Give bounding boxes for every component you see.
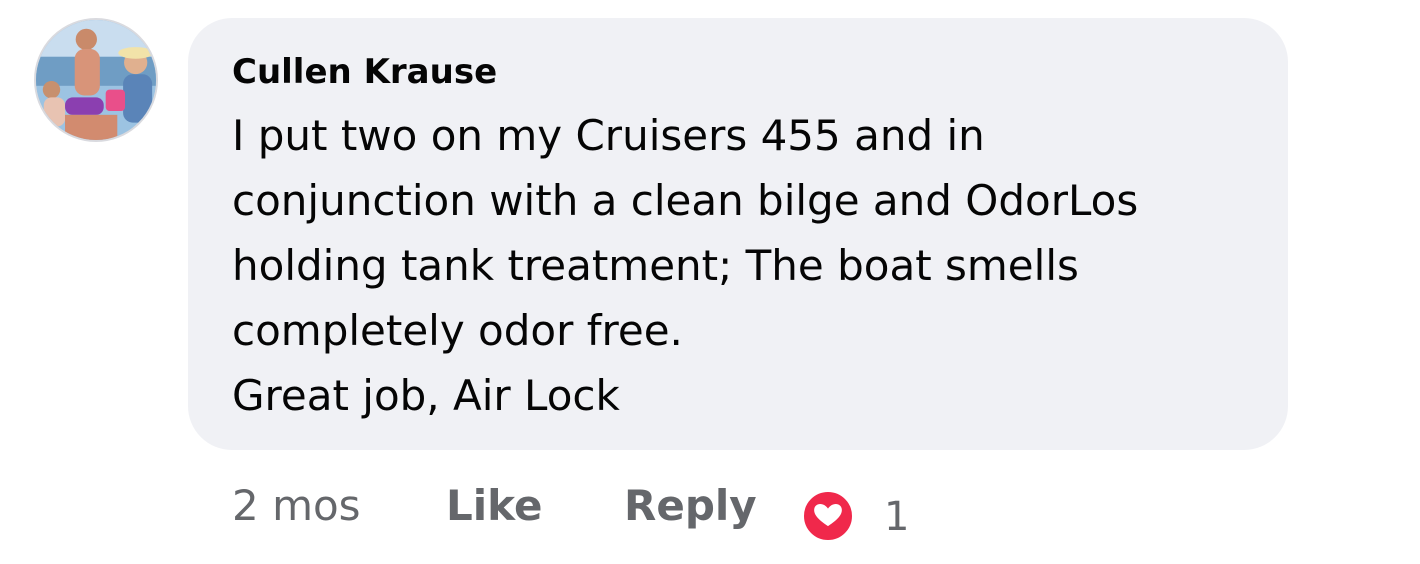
heart-icon[interactable] (802, 490, 854, 542)
avatar-photo (36, 20, 156, 140)
like-button[interactable]: Like (446, 476, 542, 536)
comment-timestamp[interactable]: 2 mos (232, 476, 361, 536)
comment: Cullen Krause I put two on my Cruisers 4… (0, 0, 1420, 564)
avatar[interactable] (34, 18, 158, 142)
author-name[interactable]: Cullen Krause (232, 50, 497, 94)
comment-text-line: conjunction with a clean bilge and OdorL… (232, 176, 1139, 225)
reply-button[interactable]: Reply (624, 476, 757, 536)
comment-text-line: I put two on my Cruisers 455 and in (232, 111, 985, 160)
reaction-count[interactable]: 1 (884, 488, 909, 546)
comment-text-line: holding tank treatment; The boat smells (232, 241, 1079, 290)
comment-text-line: completely odor free. (232, 306, 683, 355)
heart-icon-glyph (814, 504, 842, 527)
comment-text-line: Great job, Air Lock (232, 371, 620, 420)
